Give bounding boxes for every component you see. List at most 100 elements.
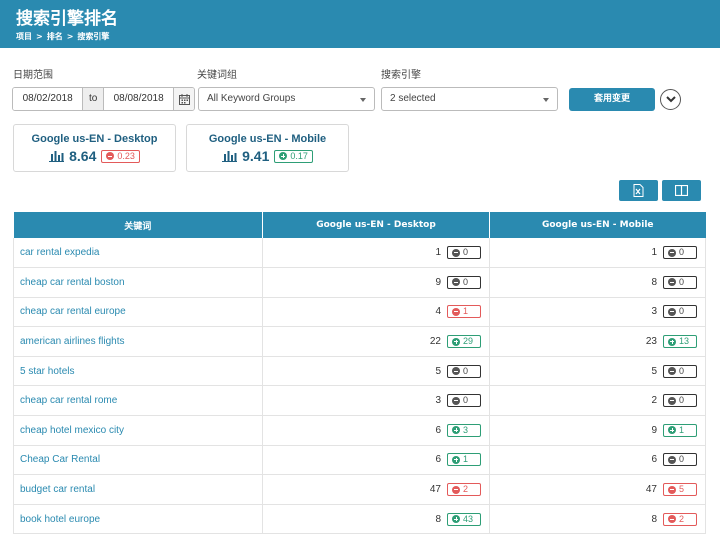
keyword-link[interactable]: american airlines flights [13, 326, 263, 357]
rank-value: 2 [651, 395, 657, 407]
rank-change-value: 0 [463, 365, 469, 376]
date-to-input[interactable]: 08/08/2018 [104, 88, 174, 110]
excel-export-icon [633, 184, 644, 197]
rank-change-badge: 13 [663, 335, 697, 349]
rank-change-value: 5 [679, 484, 685, 495]
column-header-desktop[interactable]: Google us-EN - Desktop [262, 212, 490, 238]
breadcrumb: 项目 > 排名 > 搜索引擎 [16, 31, 720, 42]
rank-change-value: 0 [679, 276, 685, 287]
arrow-right-icon [668, 396, 676, 405]
arrow-up-icon [452, 515, 460, 524]
rank-change-value: 0 [679, 395, 685, 406]
desktop-rank-cell: 8 43 [262, 504, 490, 535]
rank-change-value: 13 [679, 336, 690, 347]
date-range-label: 日期范围 [13, 70, 53, 81]
rank-value: 5 [435, 365, 441, 377]
calendar-icon[interactable] [173, 88, 194, 110]
page-title: 搜索引擎排名 [16, 9, 118, 29]
rank-change-value: 2 [463, 484, 469, 495]
rank-change-badge: 43 [447, 512, 481, 526]
rank-change-badge: 0 [663, 275, 697, 289]
breadcrumb-item-search-engine: 搜索引擎 [77, 32, 110, 41]
rank-value: 3 [435, 395, 441, 407]
table-header-row: 关键词 Google us-EN - Desktop Google us-EN … [13, 212, 706, 238]
desktop-rank-cell: 90 [262, 267, 490, 298]
table-row: cheap car rental europe 4 1 3 0 [13, 297, 706, 328]
mobile-rank-cell: 91 [489, 415, 706, 446]
rank-change-badge: 5 [663, 483, 697, 497]
rank-change-value: 1 [463, 306, 469, 317]
summary-card-desktop: Google us-EN - Desktop 8.64 0.23 [13, 124, 176, 172]
rank-value: 5 [651, 365, 657, 377]
rank-value: 6 [651, 454, 657, 466]
arrow-up-icon [668, 337, 676, 346]
rank-value: 8 [435, 513, 441, 525]
desktop-rank-cell: 10 [262, 238, 490, 269]
mobile-rank-cell: 20 [489, 385, 706, 417]
column-header-mobile[interactable]: Google us-EN - Mobile [489, 212, 706, 238]
rank-change-badge: 0 [447, 246, 481, 260]
keyword-link[interactable]: car rental expedia [13, 238, 263, 269]
date-from-input[interactable]: 08/02/2018 [13, 88, 83, 110]
table-row: Cheap Car Rental 6 1 6 0 [13, 445, 706, 476]
keyword-link[interactable]: Cheap Car Rental [13, 445, 263, 476]
rank-change-value: 0 [679, 247, 685, 258]
column-header-keyword[interactable]: 关键词 [13, 212, 263, 238]
rank-change-value: 0 [679, 454, 685, 465]
desktop-rank-cell: 30 [262, 385, 490, 417]
keyword-link[interactable]: cheap car rental rome [13, 385, 263, 417]
rank-change-value: 3 [463, 424, 469, 435]
rank-value: 1 [435, 247, 441, 259]
rank-change-badge: 0 [447, 364, 481, 378]
table-row: 5 star hotels 5 0 5 0 [13, 356, 706, 387]
arrow-up-icon [668, 426, 676, 435]
arrow-up-icon [279, 152, 288, 160]
caret-down-icon [543, 98, 549, 102]
keyword-group-select[interactable]: All Keyword Groups [198, 87, 375, 111]
rank-value: 6 [435, 454, 441, 466]
mobile-rank-cell: 80 [489, 267, 706, 298]
desktop-rank-cell: 41 [262, 297, 490, 328]
rank-change-badge: 3 [447, 423, 481, 437]
desktop-rank-cell: 22 29 [262, 326, 490, 357]
arrow-right-icon [452, 278, 460, 287]
keyword-link[interactable]: cheap hotel mexico city [13, 415, 263, 446]
breadcrumb-item-rankings[interactable]: 排名 [47, 31, 63, 42]
rank-change-badge: 2 [447, 483, 481, 497]
expand-filters-button[interactable] [660, 89, 681, 110]
average-rank-value: 8.64 [69, 148, 97, 164]
keyword-link[interactable]: budget car rental [13, 474, 263, 505]
bar-chart-icon [49, 151, 65, 162]
keyword-link[interactable]: book hotel europe [13, 504, 263, 535]
table-row: american airlines flights 22 29 23 13 [13, 326, 706, 357]
export-excel-button[interactable] [619, 180, 658, 201]
rankings-table: 关键词 Google us-EN - Desktop Google us-EN … [13, 212, 706, 535]
rank-change-badge: 2 [663, 512, 697, 526]
table-row: cheap car rental boston 9 0 8 0 [13, 267, 706, 298]
columns-icon [675, 185, 688, 196]
rank-change-value: 2 [679, 513, 685, 524]
breadcrumb-item-project[interactable]: 项目 [16, 31, 32, 42]
rank-change-badge: 1 [447, 305, 481, 319]
arrow-right-icon [668, 455, 676, 464]
toggle-columns-button[interactable] [662, 180, 701, 201]
table-row: budget car rental 47 2 47 5 [13, 474, 706, 505]
keyword-link[interactable]: cheap car rental boston [13, 267, 263, 298]
keyword-link[interactable]: 5 star hotels [13, 356, 263, 387]
mobile-rank-cell: 30 [489, 297, 706, 328]
apply-changes-button[interactable]: 套用变更 [569, 88, 655, 111]
search-engine-label: 搜索引擎 [381, 70, 421, 81]
rank-value: 6 [435, 424, 441, 436]
rank-change-value: 0 [463, 247, 469, 258]
rank-change-badge: 0 [663, 453, 697, 467]
desktop-rank-cell: 63 [262, 415, 490, 446]
arrow-down-icon [452, 307, 460, 316]
rank-change-badge: 0 [663, 364, 697, 378]
search-engine-select[interactable]: 2 selected [381, 87, 558, 111]
keyword-link[interactable]: cheap car rental europe [13, 297, 263, 328]
table-row: book hotel europe 8 43 8 2 [13, 504, 706, 535]
rank-value: 9 [435, 276, 441, 288]
rank-change-value: 1 [463, 454, 469, 465]
arrow-right-icon [668, 248, 676, 257]
chevron-down-icon [665, 96, 676, 103]
